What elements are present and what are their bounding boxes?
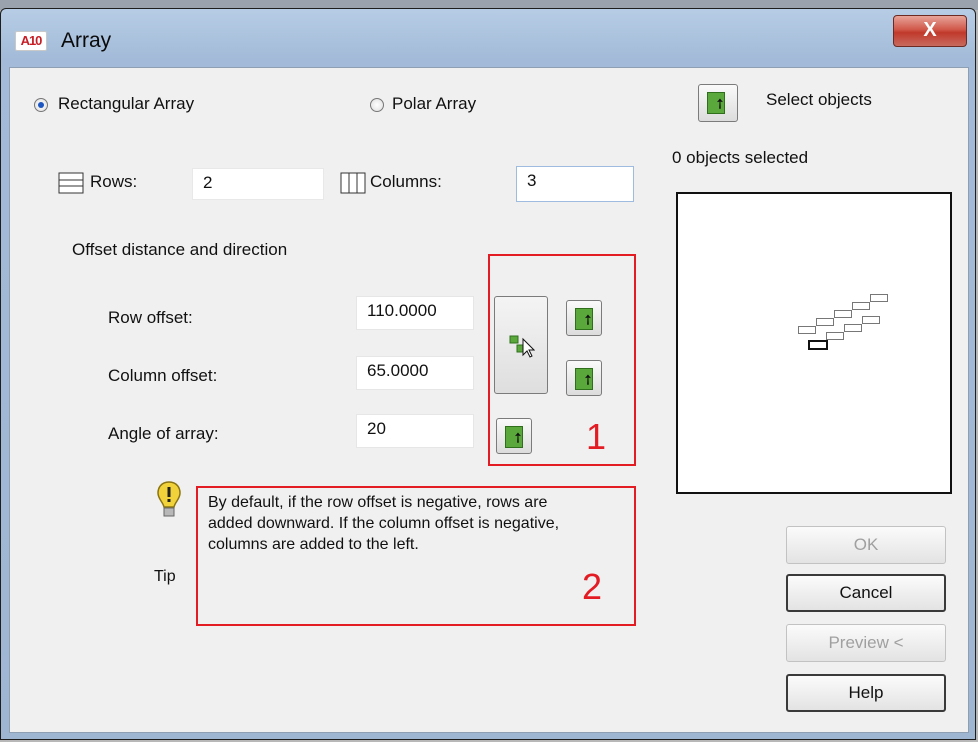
- angle-input[interactable]: 20: [356, 414, 474, 448]
- preview-shape: [808, 340, 828, 350]
- pick-column-offset-icon: [575, 368, 593, 390]
- row-offset-label: Row offset:: [108, 308, 193, 327]
- pick-both-offsets-icon: [509, 335, 535, 358]
- pick-both-offsets-button[interactable]: [494, 296, 548, 394]
- title-bar: A10 Array X: [1, 9, 975, 67]
- rectangular-radio[interactable]: [34, 98, 48, 112]
- select-objects-icon: [707, 92, 725, 114]
- polar-array-label: Polar Array: [392, 94, 477, 113]
- array-dialog: A10 Array X Rectangular Array Polar Arra…: [0, 8, 976, 740]
- preview-shape: [844, 324, 862, 332]
- columns-icon: [340, 172, 366, 194]
- annotation-number-2: 2: [582, 566, 603, 607]
- objects-selected-status: 0 objects selected: [672, 148, 809, 167]
- preview-button[interactable]: Preview <: [786, 624, 946, 662]
- preview-shape: [826, 332, 844, 340]
- preview-shape: [870, 294, 888, 302]
- preview-shape: [862, 316, 880, 324]
- pick-angle-button[interactable]: [496, 418, 532, 454]
- tip-label: Tip: [154, 568, 176, 585]
- row-offset-input[interactable]: 110.0000: [356, 296, 474, 330]
- rectangular-array-label: Rectangular Array: [58, 94, 195, 113]
- annotation-number-1: 1: [586, 416, 607, 457]
- preview-shape: [798, 326, 816, 334]
- window-title: Array: [61, 29, 112, 52]
- ok-button[interactable]: OK: [786, 526, 946, 564]
- offset-section-title: Offset distance and direction: [72, 240, 288, 259]
- tip-lightbulb-icon: [157, 481, 181, 517]
- help-button[interactable]: Help: [786, 674, 946, 712]
- dialog-body: Rectangular Array Polar Array Select obj…: [9, 67, 969, 733]
- select-objects-label: Select objects: [766, 90, 872, 109]
- close-button[interactable]: X: [893, 15, 967, 47]
- preview-shape: [852, 302, 870, 310]
- rows-icon: [58, 172, 84, 194]
- tip-text: By default, if the row offset is negativ…: [208, 494, 560, 553]
- columns-input[interactable]: 3: [516, 166, 634, 202]
- polar-radio[interactable]: [370, 98, 384, 112]
- select-objects-button[interactable]: [698, 84, 738, 122]
- pick-row-offset-button[interactable]: [566, 300, 602, 336]
- angle-label: Angle of array:: [108, 424, 219, 443]
- preview-shape: [816, 318, 834, 326]
- column-offset-label: Column offset:: [108, 366, 218, 385]
- rows-label: Rows:: [90, 172, 138, 191]
- column-offset-input[interactable]: 65.0000: [356, 356, 474, 390]
- pick-column-offset-button[interactable]: [566, 360, 602, 396]
- pick-angle-icon: [505, 426, 523, 448]
- columns-label: Columns:: [370, 172, 442, 191]
- preview-shape: [834, 310, 852, 318]
- cancel-button[interactable]: Cancel: [786, 574, 946, 612]
- rows-input[interactable]: 2: [192, 168, 324, 200]
- array-preview-pane: [676, 192, 952, 494]
- pick-row-offset-icon: [575, 308, 593, 330]
- autocad-app-icon: A10: [15, 31, 47, 51]
